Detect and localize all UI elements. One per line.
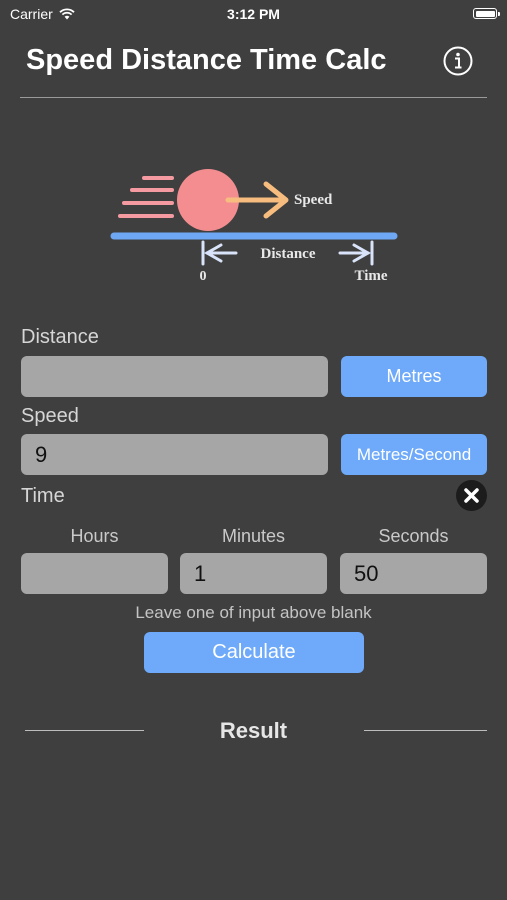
hours-input[interactable] <box>21 553 168 594</box>
minutes-label: Minutes <box>221 526 286 546</box>
header-divider <box>20 97 487 98</box>
seconds-input[interactable]: 50 <box>340 553 487 594</box>
speed-unit-button[interactable]: Metres/Second <box>341 434 487 475</box>
diagram-time-label: Time <box>354 268 387 284</box>
diagram-speed-label: Speed <box>294 192 333 208</box>
battery-icon <box>473 8 500 19</box>
diagram-distance-label: Distance <box>261 246 316 262</box>
info-icon[interactable] <box>443 46 473 76</box>
close-icon <box>464 488 479 503</box>
speed-distance-time-diagram: Speed Distance 0 Time <box>110 169 398 284</box>
speed-label: Speed <box>21 405 79 427</box>
motion-lines <box>118 176 174 218</box>
blank-input-hint: Leave one of input above blank <box>135 603 372 622</box>
diagram-zero-label: 0 <box>200 269 207 284</box>
result-label: Result <box>219 718 288 743</box>
hours-label: Hours <box>70 526 119 546</box>
distance-label: Distance <box>21 326 99 348</box>
distance-unit-button[interactable]: Metres <box>341 356 487 397</box>
calculate-button[interactable]: Calculate <box>144 632 364 673</box>
speed-input[interactable]: 9 <box>21 434 328 475</box>
status-time: 3:12 PM <box>227 6 280 22</box>
status-bar: Carrier 3:12 PM <box>0 0 507 28</box>
page-title: Speed Distance Time Calc <box>26 44 387 76</box>
distance-input[interactable] <box>21 356 328 397</box>
clear-time-button[interactable] <box>456 480 487 511</box>
seconds-label: Seconds <box>378 526 449 546</box>
result-divider-right <box>364 730 487 731</box>
time-label: Time <box>21 485 65 507</box>
minutes-input[interactable]: 1 <box>180 553 327 594</box>
